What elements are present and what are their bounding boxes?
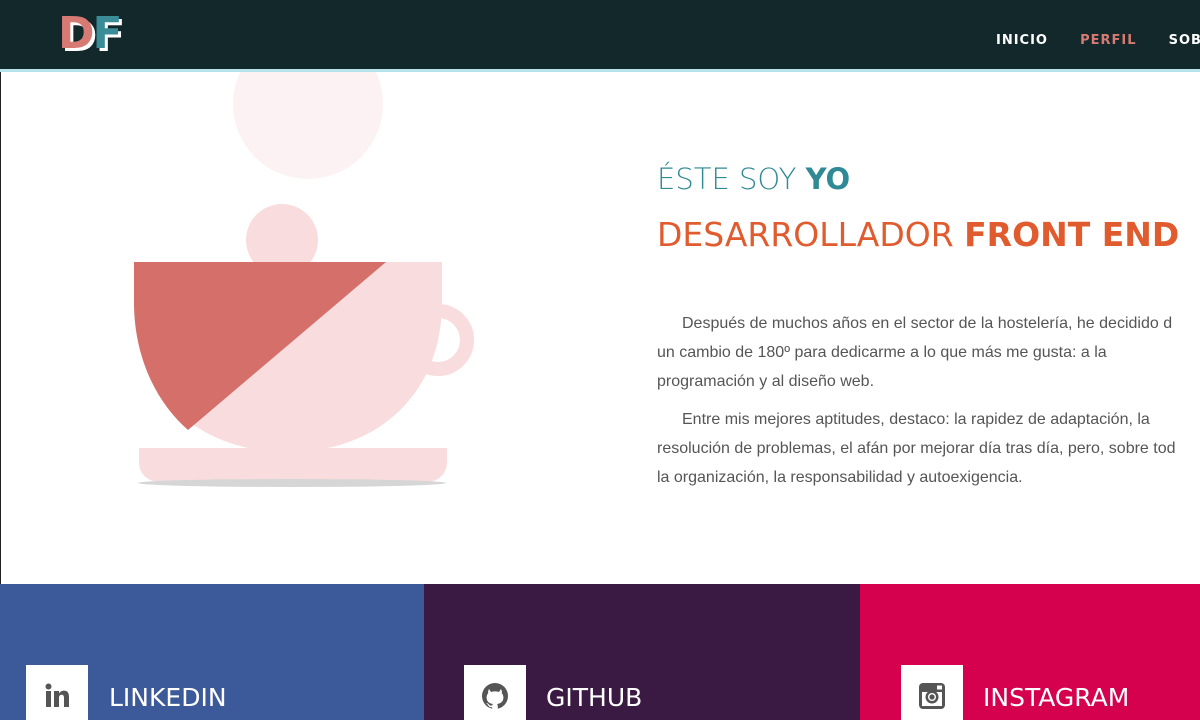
hero-subtitle: DESARROLLADOR FRONT END — [657, 212, 1200, 258]
logo-letter-f: F — [92, 8, 123, 59]
bio-p2-line: Entre mis mejores aptitudes, destaco: la… — [682, 411, 1150, 428]
page-left-border — [0, 72, 1, 584]
linkedin-label: LINKEDIN — [109, 683, 227, 712]
bio-p1-line: Después de muchos años en el sector de l… — [682, 315, 1173, 332]
instagram-label: INSTAGRAM — [983, 683, 1130, 712]
hero-title-bold: YO — [805, 162, 851, 196]
github-icon — [464, 665, 526, 720]
social-card-linkedin[interactable]: LINKEDIN — [0, 584, 424, 720]
bio-paragraph-2: Entre mis mejores aptitudes, destaco: la… — [657, 405, 1200, 492]
nav-link-sobre[interactable]: SOBRE — [1169, 33, 1200, 48]
saucer-shadow — [138, 479, 446, 487]
hero-subtitle-bold: FRONT END — [964, 215, 1180, 254]
hero-headings: ÉSTE SOY YO DESARROLLADOR FRONT END — [657, 160, 1200, 258]
instagram-icon — [901, 665, 963, 720]
bio-p2-line: resolución de problemas, el afán por mej… — [657, 440, 1176, 457]
bio-p2-line: la organización, la responsabilidad y au… — [657, 469, 1023, 486]
coffee-cup-illustration — [134, 72, 474, 487]
hero-subtitle-light: DESARROLLADOR — [657, 215, 965, 254]
hero-title: ÉSTE SOY YO — [657, 160, 1200, 198]
social-card-instagram[interactable]: INSTAGRAM — [860, 584, 1200, 720]
cup-saucer — [139, 448, 447, 482]
main-nav: INICIO PERFIL SOBRE — [996, 29, 1200, 48]
steam-large-circle — [233, 72, 383, 179]
top-navbar: DF INICIO PERFIL SOBRE — [0, 0, 1200, 72]
social-card-github[interactable]: GITHUB — [424, 584, 860, 720]
site-logo[interactable]: DF — [58, 8, 123, 60]
bio-p1-line: un cambio de 180º para dedicarme a lo qu… — [657, 344, 1107, 361]
linkedin-icon — [26, 665, 88, 720]
hero-title-light: ÉSTE SOY — [657, 162, 806, 196]
bio-p1-line: programación y al diseño web. — [657, 373, 875, 390]
nav-link-inicio[interactable]: INICIO — [996, 33, 1048, 48]
nav-link-perfil[interactable]: PERFIL — [1080, 33, 1136, 48]
github-label: GITHUB — [546, 683, 643, 712]
logo-letter-d: D — [58, 8, 95, 59]
bio-paragraph-1: Después de muchos años en el sector de l… — [657, 309, 1200, 396]
